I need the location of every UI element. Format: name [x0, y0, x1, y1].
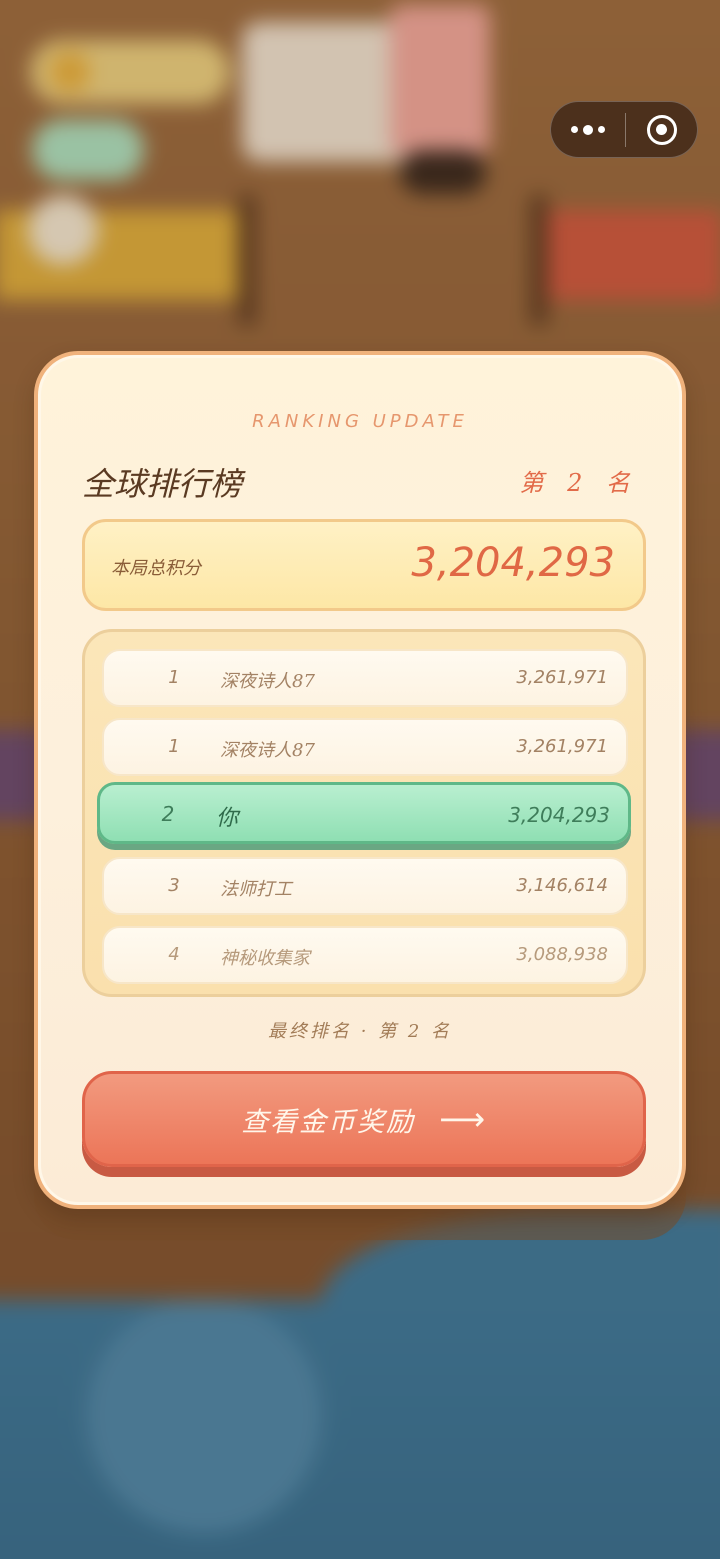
cta-label: 查看金币奖励 — [241, 1106, 416, 1138]
leaderboard-row: 4 神秘收集家 3,088,938 — [102, 926, 628, 984]
leaderboard-row: 3 法师打工 3,146,614 — [102, 857, 628, 915]
rank-badge: 第 2 名 — [519, 469, 638, 497]
row-rank: 1 — [168, 667, 180, 688]
row-rank: 2 — [161, 802, 175, 826]
view-coin-reward-button[interactable]: 查看金币奖励 ⟶ — [82, 1071, 646, 1167]
row-score: 3,146,614 — [516, 875, 608, 896]
row-score: 3,204,293 — [508, 803, 610, 827]
more-dots-icon[interactable] — [551, 102, 625, 157]
leaderboard-row-self: 2 你 3,204,293 — [97, 782, 631, 844]
target-close-icon — [646, 114, 677, 145]
row-name: 深夜诗人87 — [220, 671, 315, 692]
modal-title: 全球排行榜 — [82, 465, 243, 503]
total-score-panel: 本局总积分 3,204,293 — [82, 519, 646, 611]
leaderboard-list: 1 深夜诗人87 3,261,971 1 深夜诗人87 3,261,971 2 … — [82, 629, 646, 997]
leaderboard-row: 1 深夜诗人87 3,261,971 — [102, 718, 628, 776]
score-label: 本局总积分 — [111, 558, 201, 579]
row-rank: 1 — [168, 736, 180, 757]
row-name: 深夜诗人87 — [220, 740, 315, 761]
close-miniprogram-button[interactable] — [626, 102, 697, 157]
final-rank-text: 最终排名 · 第 2 名 — [267, 1021, 453, 1042]
modal-subtitle: RANKING UPDATE — [252, 411, 468, 432]
row-score: 3,261,971 — [516, 736, 608, 757]
miniprogram-capsule — [550, 101, 698, 158]
row-name: 神秘收集家 — [220, 948, 310, 969]
row-score: 3,088,938 — [516, 944, 608, 965]
row-rank: 4 — [168, 944, 180, 965]
row-name: 法师打工 — [220, 879, 292, 900]
score-value: 3,204,293 — [411, 540, 615, 586]
row-score: 3,261,971 — [516, 667, 608, 688]
row-rank: 3 — [168, 875, 180, 896]
row-name: 你 — [216, 806, 239, 831]
leaderboard-row: 1 深夜诗人87 3,261,971 — [102, 649, 628, 707]
arrow-right-icon: ⟶ — [439, 1100, 487, 1138]
ranking-modal: RANKING UPDATE 全球排行榜 第 2 名 本局总积分 3,204,2… — [34, 351, 686, 1209]
